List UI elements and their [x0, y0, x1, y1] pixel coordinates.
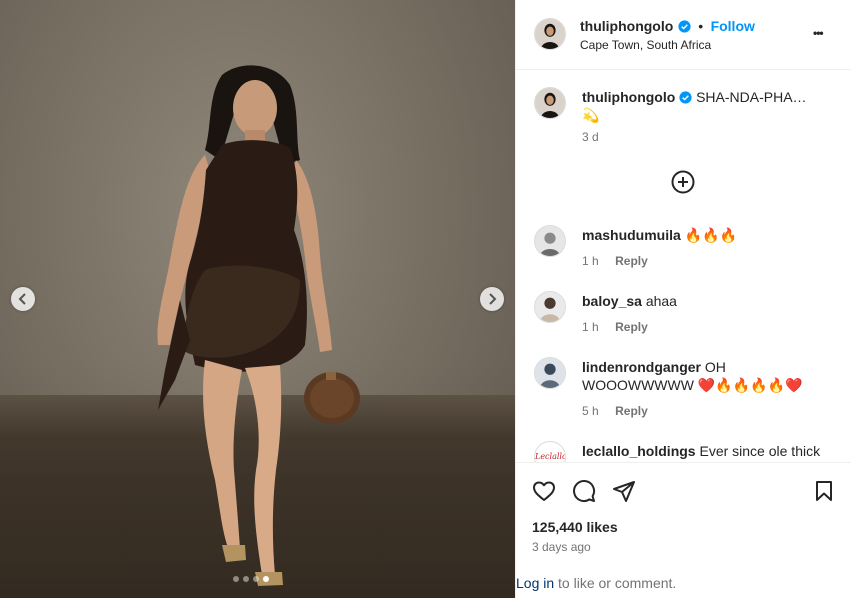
like-count[interactable]: 125,440 likes	[532, 519, 618, 535]
post-media[interactable]	[0, 0, 515, 598]
comment-username[interactable]: baloy_sa	[582, 293, 642, 309]
author-username[interactable]: thuliphongolo	[580, 18, 673, 34]
post-date: 3 days ago	[532, 540, 591, 554]
caption-emoji: 💫	[582, 107, 600, 123]
chevron-right-icon	[489, 293, 497, 305]
caption-age: 3 d	[582, 130, 599, 144]
carousel-dot	[243, 576, 249, 582]
caption-avatar[interactable]	[534, 87, 566, 119]
comment-username[interactable]: mashudumuila	[582, 227, 681, 243]
caption-text: SHA-NDA-PHA…	[696, 89, 807, 105]
post-header: thuliphongolo • Follow Cape Town, South …	[516, 0, 851, 70]
header-separator: •	[698, 18, 704, 34]
comment-item: mashudumuila 🔥🔥🔥	[582, 226, 832, 244]
like-heart-icon[interactable]	[532, 479, 556, 503]
login-prompt: Log in to like or comment.	[516, 575, 676, 591]
post-location[interactable]: Cape Town, South Africa	[580, 38, 711, 52]
comment-age: 1 h	[582, 320, 599, 334]
comment-bubble-icon[interactable]	[572, 479, 596, 503]
commenter-avatar[interactable]: Leclallo	[534, 441, 566, 462]
commenter-avatar[interactable]	[534, 291, 566, 323]
post-actions: 125,440 likes 3 days ago Log in to like …	[516, 462, 851, 598]
comment-meta: 5 h Reply	[582, 402, 648, 420]
reply-button[interactable]: Reply	[615, 254, 648, 268]
commenter-avatar-logo: Leclallo	[535, 452, 566, 461]
load-more-comments-icon[interactable]	[671, 170, 695, 194]
comment-text: Ever since ole thick	[699, 443, 821, 459]
carousel-dot-active	[263, 576, 269, 582]
next-slide-button[interactable]	[480, 287, 504, 311]
comment-text: 🔥🔥🔥	[684, 227, 737, 243]
verified-badge-icon	[679, 91, 692, 104]
comment-age: 5 h	[582, 404, 599, 418]
carousel-indicator	[233, 576, 269, 582]
carousel-dot	[233, 576, 239, 582]
comment-username[interactable]: lindenrondganger	[582, 359, 701, 375]
follow-button[interactable]: Follow	[711, 18, 755, 34]
comment-text: ahaa	[645, 293, 677, 309]
post-photo	[157, 65, 360, 586]
prev-slide-button[interactable]	[11, 287, 35, 311]
author-avatar[interactable]	[534, 18, 566, 50]
comments-list[interactable]: thuliphongolo SHA-NDA-PHA… 💫 3 d mashudu…	[516, 70, 851, 462]
post-side-panel: thuliphongolo • Follow Cape Town, South …	[515, 0, 851, 598]
commenter-avatar[interactable]	[534, 357, 566, 389]
chevron-left-icon	[18, 293, 26, 305]
carousel-dot	[253, 576, 259, 582]
post-caption: thuliphongolo SHA-NDA-PHA… 💫	[582, 88, 832, 124]
reply-button[interactable]: Reply	[615, 320, 648, 334]
comment-item: lindenrondganger OH WOOOWWWWW ❤️🔥🔥🔥🔥❤️	[582, 358, 832, 394]
comment-meta: 1 h Reply	[582, 318, 648, 336]
share-paper-plane-icon[interactable]	[612, 479, 636, 503]
verified-badge-icon	[678, 20, 691, 33]
comment-meta: 1 h Reply	[582, 252, 648, 270]
caption-username[interactable]: thuliphongolo	[582, 89, 675, 105]
comment-age: 1 h	[582, 254, 599, 268]
comment-username[interactable]: leclallo_holdings	[582, 443, 696, 459]
save-bookmark-icon[interactable]	[812, 479, 836, 503]
comment-item: leclallo_holdings Ever since ole thick	[582, 442, 832, 460]
login-link[interactable]: Log in	[516, 575, 554, 591]
login-prompt-text: to like or comment.	[554, 575, 677, 591]
more-options-icon[interactable]: •••	[813, 26, 824, 40]
comment-item: baloy_sa ahaa	[582, 292, 832, 310]
reply-button[interactable]: Reply	[615, 404, 648, 418]
commenter-avatar[interactable]	[534, 225, 566, 257]
